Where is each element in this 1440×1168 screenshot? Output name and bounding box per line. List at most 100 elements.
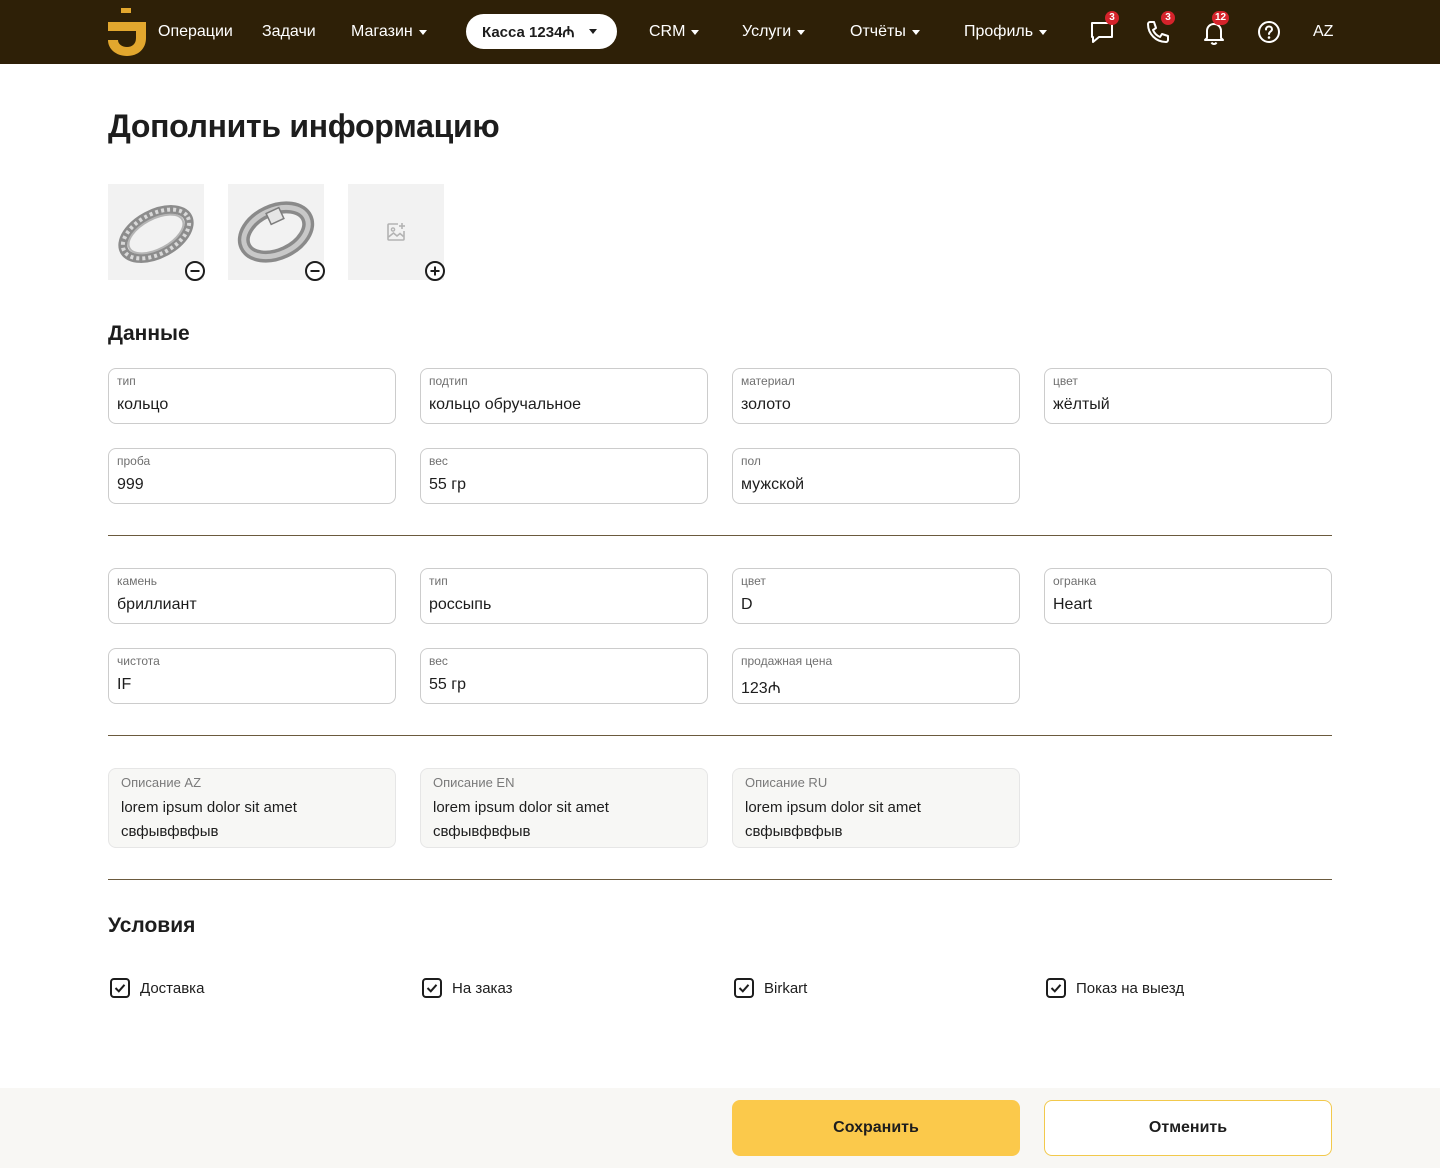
field-gender[interactable]: пол мужской: [732, 448, 1020, 504]
page-title: Дополнить информацию: [108, 108, 500, 144]
checkbox-checked-icon[interactable]: [734, 978, 754, 998]
add-photo-slot[interactable]: [348, 184, 446, 282]
nav-crm[interactable]: CRM: [649, 21, 700, 43]
field-label: Описание RU: [745, 775, 828, 790]
phone-icon[interactable]: 3: [1144, 11, 1175, 46]
checkbox-checked-icon[interactable]: [422, 978, 442, 998]
nav-crm-label: CRM: [649, 23, 686, 40]
field-value: россыпь: [429, 596, 492, 613]
field-value: кольцо обручальное: [429, 396, 582, 413]
field-stone[interactable]: камень бриллиант: [108, 568, 396, 624]
field-value: мужской: [741, 476, 805, 493]
field-label: тип: [429, 574, 448, 588]
field-subtype[interactable]: подтип кольцо обручальное: [420, 368, 708, 424]
field-value: lorem ipsum dolor sit amet свфывфвфыв: [121, 799, 297, 840]
add-photo-icon[interactable]: [424, 260, 446, 282]
field-type[interactable]: тип кольцо: [108, 368, 396, 424]
field-label: продажная цена: [741, 654, 833, 668]
field-stone-weight[interactable]: вес 55 гр: [420, 648, 708, 704]
field-label: подтип: [429, 374, 468, 388]
help-icon[interactable]: [1256, 18, 1284, 46]
section-divider: [108, 879, 1332, 880]
remove-photo-icon[interactable]: [304, 260, 326, 282]
nav-tasks-label: Задачи: [262, 23, 316, 40]
field-cut[interactable]: огранка Heart: [1044, 568, 1332, 624]
field-material[interactable]: материал золото: [732, 368, 1020, 424]
field-value: D: [741, 596, 753, 613]
field-clarity[interactable]: чистота IF: [108, 648, 396, 704]
kassa-label: Касса 1234₼: [482, 23, 575, 41]
checkbox-checked-icon[interactable]: [110, 978, 130, 998]
field-value: 55 гр: [429, 476, 466, 493]
kassa-selector[interactable]: Касса 1234₼: [466, 14, 617, 49]
checkbox-label: Показ на выезд: [1076, 979, 1185, 997]
field-label: цвет: [741, 574, 766, 588]
field-stone-type[interactable]: тип россыпь: [420, 568, 708, 624]
field-fineness[interactable]: проба 999: [108, 448, 396, 504]
caret-down-icon: [911, 29, 920, 35]
field-value: жёлтый: [1053, 396, 1110, 413]
calls-badge: 3: [1161, 11, 1175, 25]
nav-reports-label: Отчёты: [850, 23, 906, 40]
data-section-title: Данные: [108, 322, 190, 345]
nav-services-label: Услуги: [742, 23, 792, 40]
add-image-icon: [387, 223, 405, 241]
field-label: огранка: [1053, 574, 1097, 588]
caret-down-icon: [1039, 29, 1048, 35]
field-stone-color[interactable]: цвет D: [732, 568, 1020, 624]
field-label: проба: [117, 454, 151, 468]
cancel-button[interactable]: Отменить: [1044, 1100, 1332, 1156]
bell-icon[interactable]: 12: [1200, 11, 1230, 46]
messages-badge: 3: [1105, 11, 1119, 25]
nav-operations[interactable]: Операции: [158, 21, 233, 43]
caret-down-icon: [418, 29, 427, 35]
field-sale-price[interactable]: продажная цена 123₼: [732, 648, 1020, 704]
checkbox-label: Birkart: [764, 979, 808, 997]
field-value: бриллиант: [117, 596, 197, 613]
top-navigation-bar: Операции Задачи Магазин Касса 1234₼ CRM …: [0, 0, 1440, 64]
caret-down-icon: [797, 29, 806, 35]
brand-logo-icon[interactable]: [108, 8, 146, 56]
field-value: lorem ipsum dolor sit amet свфывфвфыв: [433, 799, 609, 840]
field-value: 55 гр: [429, 676, 466, 693]
field-color[interactable]: цвет жёлтый: [1044, 368, 1332, 424]
description-en-field[interactable]: Описание EN lorem ipsum dolor sit amet с…: [420, 768, 708, 848]
checkbox-label: На заказ: [452, 979, 513, 997]
nav-reports[interactable]: Отчёты: [850, 21, 920, 43]
field-label: материал: [741, 374, 795, 388]
field-weight[interactable]: вес 55 гр: [420, 448, 708, 504]
field-value: кольцо: [117, 396, 169, 413]
description-az-field[interactable]: Описание AZ lorem ipsum dolor sit amet с…: [108, 768, 396, 848]
nav-tasks[interactable]: Задачи: [262, 21, 316, 43]
field-label: цвет: [1053, 374, 1078, 388]
field-value: золото: [741, 396, 791, 413]
nav-services[interactable]: Услуги: [742, 21, 806, 43]
remove-photo-icon[interactable]: [184, 260, 206, 282]
caret-down-icon: [588, 29, 597, 34]
nav-profile[interactable]: Профиль: [964, 21, 1048, 43]
field-value: 123₼: [741, 680, 781, 697]
caret-down-icon: [691, 29, 700, 35]
conditions-section-title: Условия: [108, 914, 196, 937]
field-value: 999: [117, 476, 144, 493]
checkbox-birkart[interactable]: Birkart: [734, 978, 807, 998]
language-switcher[interactable]: AZ: [1313, 21, 1333, 43]
checkbox-label: Доставка: [140, 979, 205, 997]
save-button[interactable]: Сохранить: [732, 1100, 1020, 1156]
field-label: чистота: [117, 654, 160, 668]
checkbox-on-order[interactable]: На заказ: [422, 978, 513, 998]
nav-profile-label: Профиль: [964, 23, 1034, 40]
checkbox-delivery[interactable]: Доставка: [110, 978, 204, 998]
chat-icon[interactable]: 3: [1088, 11, 1119, 46]
field-label: вес: [429, 454, 448, 468]
description-ru-field[interactable]: Описание RU lorem ipsum dolor sit amet с…: [732, 768, 1020, 848]
notifications-badge: 12: [1212, 11, 1230, 25]
nav-shop[interactable]: Магазин: [351, 21, 427, 43]
field-value: IF: [117, 676, 132, 693]
checkbox-show-on-visit[interactable]: Показ на выезд: [1046, 978, 1184, 998]
product-photo-1[interactable]: [108, 184, 206, 282]
product-photo-2[interactable]: [228, 184, 326, 282]
section-divider: [108, 735, 1332, 736]
checkbox-checked-icon[interactable]: [1046, 978, 1066, 998]
field-value: Heart: [1053, 596, 1093, 613]
